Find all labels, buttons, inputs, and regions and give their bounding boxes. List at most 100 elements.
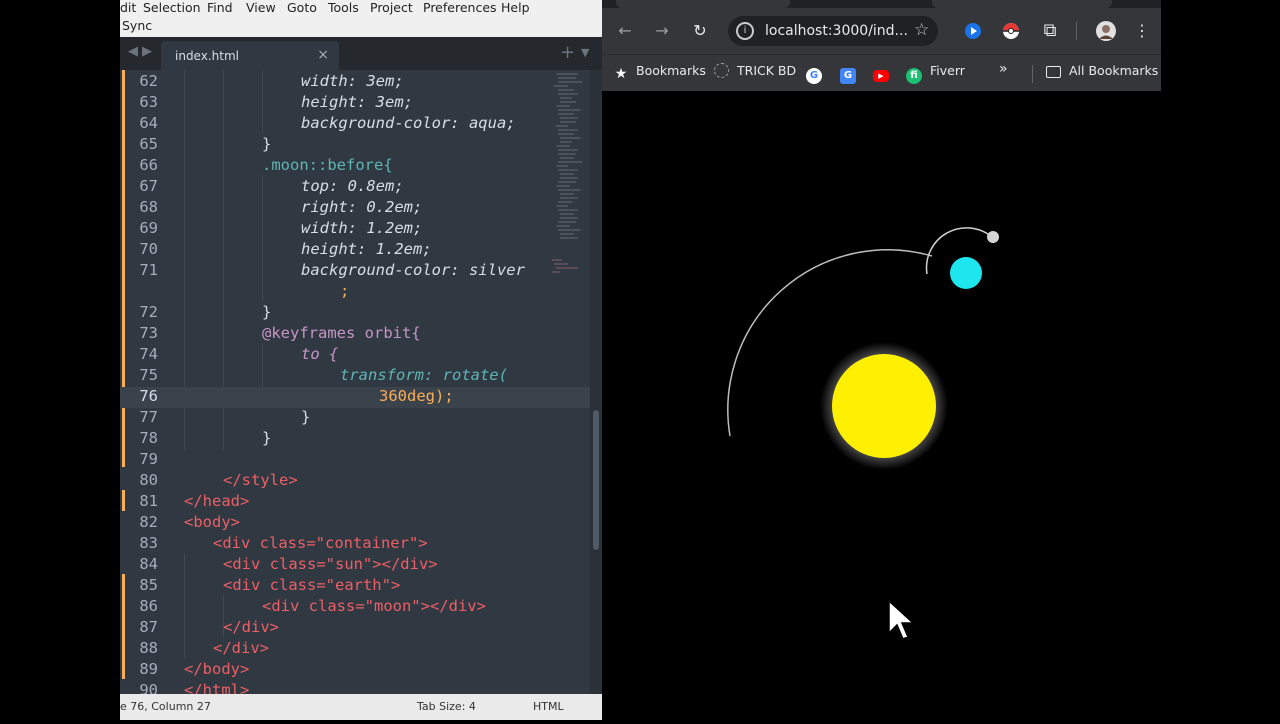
- forward-arrow-icon[interactable]: →: [649, 18, 675, 44]
- code-line: 67 top: 0.8em;: [120, 177, 590, 198]
- tab-bar: ◀ ▶ index.html × + ▼: [120, 37, 602, 70]
- code-line: 86 <div class="moon"></div>: [120, 597, 590, 618]
- mouse-pointer-icon: [888, 599, 915, 640]
- code-line: 84 <div class="sun"></div>: [120, 555, 590, 576]
- toolbar-divider: [1076, 22, 1077, 40]
- code-line: 69 width: 1.2em;: [120, 219, 590, 240]
- profile-avatar[interactable]: [1095, 20, 1117, 42]
- code-area[interactable]: 62 width: 3em; 63 height: 3em; 64 backgroun…: [120, 70, 590, 699]
- new-tab-plus-icon[interactable]: +: [560, 42, 575, 63]
- line-number: 70: [139, 240, 158, 258]
- code-line: 62 width: 3em;: [120, 72, 590, 93]
- browser-tab[interactable]: [932, 0, 1112, 8]
- line-number: 73: [139, 324, 158, 342]
- chrome-browser-window: ← → ↻ i localhost:3000/ind... ☆ ⧉ ⋮ ★ Boo…: [602, 0, 1161, 720]
- menu-goto[interactable]: Goto: [287, 0, 317, 15]
- menu-preferences[interactable]: Preferences: [423, 0, 497, 15]
- line-number: 86: [139, 597, 158, 615]
- line-number: 82: [139, 513, 158, 531]
- bookmark-label: TRICK BD: [737, 63, 797, 78]
- bookmarks-bar: ★ Bookmarks TRICK BD G G ▶ fi Fiverr » All…: [602, 54, 1161, 91]
- menu-project[interactable]: Project: [370, 0, 413, 15]
- line-number: 69: [139, 219, 158, 237]
- code-line: 68 right: 0.2em;: [120, 198, 590, 219]
- tab-close-icon[interactable]: ×: [317, 47, 329, 63]
- youtube-icon: ▶: [873, 70, 889, 82]
- page-viewport: [602, 91, 1161, 720]
- code-line: 75 transform: rotate(: [120, 366, 590, 387]
- line-number: 79: [139, 450, 158, 468]
- sublime-editor-window: dit Selection Find View Goto Tools Proje…: [120, 0, 602, 720]
- code-text: background-color: silver: [301, 261, 525, 279]
- sun: [832, 354, 936, 458]
- code-line: 77}: [120, 408, 590, 429]
- menu-edit[interactable]: dit: [120, 0, 136, 15]
- extension-play-icon[interactable]: [964, 22, 982, 40]
- bookmark-trick-bd[interactable]: TRICK BD: [714, 63, 796, 78]
- bookmarks-overflow-icon[interactable]: »: [999, 61, 1008, 77]
- kebab-menu-icon[interactable]: ⋮: [1129, 18, 1155, 44]
- code-line: 74 to {: [120, 345, 590, 366]
- line-number: 78: [139, 429, 158, 447]
- line-number: 81: [139, 492, 158, 510]
- tab-next-icon[interactable]: ▶: [142, 44, 152, 59]
- code-line: 66 .moon::before{: [120, 156, 590, 177]
- line-number: 77: [139, 408, 158, 426]
- extensions-puzzle-icon[interactable]: ⧉: [1037, 18, 1063, 44]
- syntax-status[interactable]: HTML: [533, 700, 564, 713]
- code-line: 88 </div>: [120, 639, 590, 660]
- menu-help[interactable]: Help: [501, 0, 530, 15]
- bookmark-star-icon[interactable]: ☆: [914, 20, 929, 40]
- line-number: 71: [139, 261, 158, 279]
- menu-tools[interactable]: Tools: [328, 0, 359, 15]
- bookmark-bookmarks[interactable]: ★ Bookmarks: [614, 63, 706, 82]
- bookmark-all-bookmarks[interactable]: All Bookmarks: [1046, 63, 1158, 78]
- code-text: top: 0.8em;: [301, 177, 404, 195]
- back-arrow-icon[interactable]: ←: [612, 18, 638, 44]
- bookmark-label: All Bookmarks: [1069, 63, 1159, 78]
- line-number: 84: [139, 555, 158, 573]
- browser-tab[interactable]: [616, 0, 790, 8]
- tab-size-status[interactable]: Tab Size: 4: [417, 700, 476, 713]
- code-line: 65}: [120, 135, 590, 156]
- code-text: </div>: [223, 618, 279, 636]
- menu-view[interactable]: View: [246, 0, 276, 15]
- bookmark-google[interactable]: G: [806, 63, 830, 84]
- tab-index-html[interactable]: index.html ×: [161, 41, 339, 70]
- bookmark-divider: [1032, 65, 1033, 83]
- minimap[interactable]: [548, 70, 590, 290]
- address-bar[interactable]: i localhost:3000/ind... ☆: [728, 16, 938, 46]
- editor-scrollbar[interactable]: [590, 70, 602, 694]
- bookmark-fiverr[interactable]: fi Fiverr: [906, 63, 965, 84]
- line-number: 67: [139, 177, 158, 195]
- code-text: @keyframes orbit{: [262, 324, 421, 342]
- folder-icon: [1046, 66, 1061, 78]
- code-text: </body>: [184, 660, 250, 678]
- line-number: 63: [139, 93, 158, 111]
- bookmark-youtube[interactable]: ▶: [873, 63, 897, 82]
- bookmark-translate[interactable]: G: [840, 63, 864, 84]
- code-line: 78}: [120, 429, 590, 450]
- status-bar: e 76, Column 27 Tab Size: 4 HTML: [120, 694, 602, 720]
- url-text[interactable]: localhost:3000/ind...: [765, 23, 908, 39]
- fiverr-icon: fi: [906, 68, 922, 84]
- menu-find[interactable]: Find: [207, 0, 233, 15]
- extension-pokeball-icon[interactable]: [1002, 22, 1020, 40]
- moon: [987, 231, 999, 243]
- line-number: 80: [139, 471, 158, 489]
- star-icon: ★: [614, 66, 628, 82]
- line-number: 85: [139, 576, 158, 594]
- code-text: <body>: [184, 513, 240, 531]
- tab-prev-icon[interactable]: ◀: [128, 44, 138, 59]
- tab-dropdown-icon[interactable]: ▼: [581, 46, 589, 59]
- reload-icon[interactable]: ↻: [687, 18, 713, 44]
- site-info-icon[interactable]: i: [736, 22, 754, 40]
- menu-bar: dit Selection Find View Goto Tools Proje…: [120, 0, 602, 37]
- code-text: transform: rotate(: [340, 366, 508, 384]
- editor-scrollbar-thumb[interactable]: [593, 410, 599, 550]
- code-line: 87 </div>: [120, 618, 590, 639]
- menu-selection[interactable]: Selection: [143, 0, 201, 15]
- bookmark-label: Bookmarks: [636, 63, 706, 78]
- menu-sync[interactable]: Sync: [122, 18, 152, 33]
- tab-label: index.html: [175, 49, 239, 63]
